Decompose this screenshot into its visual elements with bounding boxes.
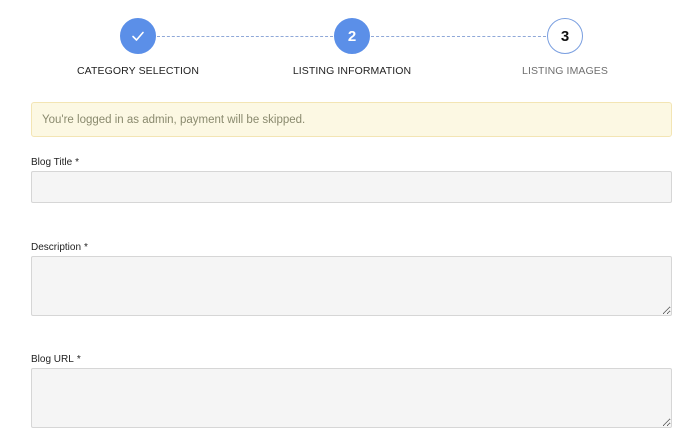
step-1-circle[interactable] [120, 18, 156, 54]
required-mark: * [84, 242, 88, 253]
step-3-label: LISTING IMAGES [522, 65, 608, 77]
required-mark: * [76, 354, 81, 365]
required-mark: * [75, 157, 80, 168]
submit-listing-page: 2 3 CATEGORY SELECTION LISTING INFORMATI… [0, 0, 700, 444]
blog-url-textarea[interactable] [31, 368, 672, 428]
step-3-circle[interactable]: 3 [547, 18, 583, 54]
step-connector-1 [157, 36, 333, 37]
blog-url-label-text: Blog URL [31, 354, 74, 365]
blog-url-label: Blog URL * [31, 354, 81, 365]
progress-stepper: 2 3 CATEGORY SELECTION LISTING INFORMATI… [0, 0, 700, 90]
step-1-label: CATEGORY SELECTION [77, 65, 199, 77]
step-2-number: 2 [347, 27, 357, 45]
description-label-text: Description [31, 242, 82, 253]
step-connector-2 [371, 36, 546, 37]
step-2-label: LISTING INFORMATION [292, 65, 412, 77]
step-2-circle[interactable]: 2 [334, 18, 370, 54]
step-3-number: 3 [560, 27, 570, 45]
alert-text: You're logged in as admin, payment will … [42, 113, 306, 126]
description-label: Description * [31, 242, 88, 253]
check-icon [132, 31, 144, 41]
description-textarea[interactable] [31, 256, 672, 316]
blog-title-label-text: Blog Title [31, 157, 73, 168]
blog-title-input[interactable] [31, 171, 672, 203]
admin-notice-alert: You're logged in as admin, payment will … [31, 102, 672, 137]
blog-title-label: Blog Title * [31, 157, 79, 168]
